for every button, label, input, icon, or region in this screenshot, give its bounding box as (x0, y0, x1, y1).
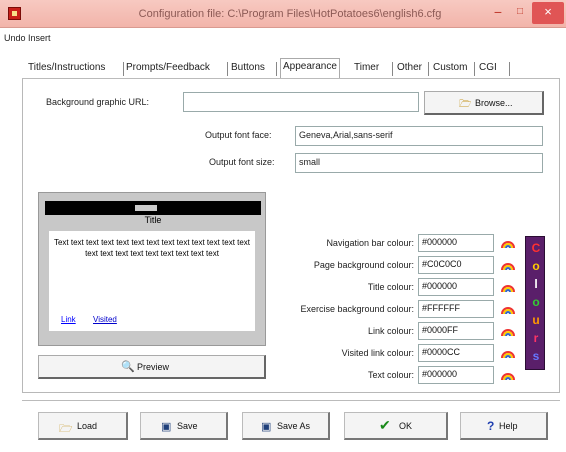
app-icon (8, 7, 21, 20)
tab-cgi[interactable]: CGI (479, 60, 497, 78)
exercise-bg-colour-input[interactable]: #FFFFFF (418, 300, 494, 318)
link-colour-input[interactable]: #0000FF (418, 322, 494, 340)
footer-divider (22, 400, 560, 401)
menu-undo[interactable]: Undo (4, 33, 26, 43)
preview-exercise-box: Text text text text text text text text … (49, 231, 255, 331)
preview-nav-button (135, 205, 157, 211)
title-colour-input[interactable]: #000000 (418, 278, 494, 296)
font-face-label: Output font face: (205, 130, 272, 140)
colour-picker-icon[interactable] (500, 345, 516, 361)
nav-bar-colour-input[interactable]: #000000 (418, 234, 494, 252)
tab-timer[interactable]: Timer (354, 60, 379, 78)
tab-buttons[interactable]: Buttons (231, 60, 265, 78)
colour-picker-icon[interactable] (500, 323, 516, 339)
colours-letter: r (533, 331, 539, 345)
colours-banner: C o l o u r s (525, 236, 545, 370)
menu-insert[interactable]: Insert (28, 33, 51, 43)
tab-divider (227, 62, 228, 76)
preview-body-text: Text text text text text text text text … (53, 238, 251, 258)
window-title: Configuration file: C:\Program Files\Hot… (138, 8, 442, 20)
browse-label: Browse... (475, 98, 513, 108)
tab-divider (276, 62, 277, 76)
tab-prompts-feedback[interactable]: Prompts/Feedback (126, 60, 210, 78)
colour-picker-icon[interactable] (500, 257, 516, 273)
folder-open-icon: 🗁 (59, 423, 73, 435)
ok-button[interactable]: ✔ OK (344, 412, 448, 440)
title-colour-label: Title colour: (367, 282, 414, 292)
close-button[interactable]: × (532, 2, 564, 24)
maximize-button[interactable]: □ (510, 2, 530, 24)
font-face-input[interactable]: Geneva,Arial,sans-serif (295, 126, 543, 146)
page-bg-colour-input[interactable]: #C0C0C0 (418, 256, 494, 274)
tab-strip: Titles/Instructions Prompts/Feedback But… (22, 58, 542, 78)
colours-letter: o (532, 259, 540, 273)
visited-link-colour-label: Visited link colour: (341, 348, 414, 358)
save-label: Save (177, 421, 198, 431)
page-bg-colour-label: Page background colour: (313, 260, 414, 270)
text-colour-label: Text colour: (367, 370, 414, 380)
load-label: Load (77, 421, 98, 431)
preview-title: Title (144, 215, 162, 225)
link-colour-label: Link colour: (367, 326, 414, 336)
preview-link: Link (61, 315, 76, 324)
floppy-disk-icon: ▣ (261, 421, 272, 433)
preview-nav-bar (45, 201, 261, 215)
colours-letter: s (532, 349, 540, 363)
floppy-disk-icon: ▣ (161, 421, 172, 433)
colour-picker-icon[interactable] (500, 235, 516, 251)
tab-divider (509, 62, 510, 76)
save-button[interactable]: ▣ Save (140, 412, 228, 440)
font-size-label: Output font size: (209, 157, 275, 167)
tab-appearance[interactable]: Appearance (280, 58, 340, 78)
preview-button-label: Preview (137, 362, 170, 372)
question-mark-icon: ? (487, 419, 495, 433)
preview-visited-link: Visited (93, 315, 117, 324)
preview-frame: Title Text text text text text text text… (38, 192, 266, 346)
bg-graphic-input[interactable] (183, 92, 419, 112)
font-size-input[interactable]: small (295, 153, 543, 173)
menu-bar: Undo Insert (0, 28, 566, 46)
colour-picker-icon[interactable] (500, 301, 516, 317)
colours-letter: l (534, 277, 538, 291)
colours-letter: C (531, 241, 541, 255)
folder-icon: 🗁 (459, 99, 472, 110)
colour-picker-icon[interactable] (500, 367, 516, 383)
preview-button[interactable]: 🔍 Preview (38, 355, 266, 379)
preview-icon: 🔍 (121, 361, 135, 373)
tab-divider (428, 62, 429, 76)
load-button[interactable]: 🗁 Load (38, 412, 128, 440)
colours-letter: o (532, 295, 540, 309)
help-label: Help (499, 421, 518, 431)
visited-link-colour-input[interactable]: #0000CC (418, 344, 494, 362)
save-as-label: Save As (277, 421, 311, 431)
save-as-button[interactable]: ▣ Save As (242, 412, 330, 440)
tab-custom[interactable]: Custom (433, 60, 467, 78)
checkmark-icon: ✔ (379, 417, 391, 433)
tab-divider (123, 62, 124, 76)
tab-other[interactable]: Other (397, 60, 422, 78)
ok-label: OK (399, 421, 413, 431)
tab-divider (392, 62, 393, 76)
exercise-bg-colour-label: Exercise background colour: (300, 304, 414, 314)
bg-graphic-label: Background graphic URL: (46, 97, 150, 107)
tab-titles-instructions[interactable]: Titles/Instructions (28, 60, 105, 78)
title-bar: Configuration file: C:\Program Files\Hot… (0, 0, 566, 28)
help-button[interactable]: ? Help (460, 412, 548, 440)
minimize-button[interactable]: − (488, 2, 508, 24)
browse-button[interactable]: 🗁 Browse... (424, 91, 544, 115)
tab-divider (474, 62, 475, 76)
colours-letter: u (532, 313, 540, 327)
colour-picker-icon[interactable] (500, 279, 516, 295)
text-colour-input[interactable]: #000000 (418, 366, 494, 384)
nav-bar-colour-label: Navigation bar colour: (326, 238, 414, 248)
